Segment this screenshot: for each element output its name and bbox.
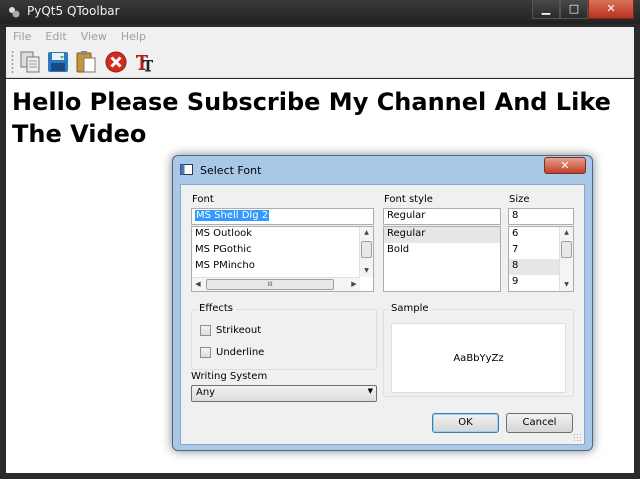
size-list-vscrollbar[interactable]: ▲ ▼ [559, 227, 573, 291]
app-icon [9, 7, 20, 18]
save-icon[interactable] [46, 50, 70, 74]
strikeout-label: Strikeout [216, 325, 262, 336]
close-button[interactable]: ✕ [588, 0, 634, 19]
content-label: Hello Please Subscribe My Channel And Li… [12, 88, 611, 148]
paste-icon[interactable] [74, 50, 98, 74]
title-bar[interactable]: PyQt5 QToolbar ▁ □ ✕ [0, 0, 640, 24]
font-icon[interactable] [132, 50, 156, 74]
scroll-thumb[interactable] [361, 241, 372, 258]
cancel-button[interactable]: Cancel [506, 413, 573, 433]
scroll-up-arrow[interactable]: ▲ [560, 227, 573, 239]
dialog-title: Select Font [200, 164, 262, 177]
size-grip[interactable] [573, 433, 582, 442]
underline-checkbox-box[interactable] [200, 347, 211, 358]
menu-bar: File Edit View Help [6, 27, 634, 46]
copy-icon[interactable] [18, 50, 42, 74]
effects-label: Effects [197, 303, 235, 314]
underline-label: Underline [216, 347, 265, 358]
size-input[interactable]: 8 [508, 208, 574, 225]
sample-preview: AaBbYyZz [391, 323, 566, 393]
sample-label: Sample [389, 303, 431, 314]
scroll-down-arrow[interactable]: ▼ [360, 265, 373, 277]
hscroll-thumb[interactable]: III [206, 279, 334, 290]
size-list-item[interactable]: 8 [509, 259, 559, 275]
strikeout-checkbox-box[interactable] [200, 325, 211, 336]
font-label: Font [192, 194, 214, 205]
menu-view[interactable]: View [74, 27, 114, 46]
style-list-item[interactable]: Bold [384, 243, 500, 259]
dialog-body: Font MS Shell Dlg 2 MS Outlook MS PGothi… [180, 184, 585, 445]
writing-system-label: Writing System [191, 371, 268, 382]
dialog-window-icon [180, 164, 193, 175]
style-input[interactable]: Regular [383, 208, 501, 225]
scroll-left-arrow[interactable]: ◀ [192, 278, 204, 291]
maximize-button[interactable]: □ [560, 0, 588, 19]
font-input-value: MS Shell Dlg 2 [195, 210, 270, 221]
effects-group [191, 309, 377, 370]
style-list[interactable]: Regular Bold [383, 226, 501, 292]
size-label: Size [509, 194, 530, 205]
font-list-vscrollbar[interactable]: ▲ ▼ [359, 227, 373, 277]
cancel-icon[interactable] [104, 50, 128, 74]
chevron-down-icon: ▼ [367, 387, 373, 395]
underline-checkbox[interactable]: Underline [200, 347, 264, 358]
scroll-up-arrow[interactable]: ▲ [360, 227, 373, 239]
dialog-title-bar[interactable]: Select Font ✕ [173, 156, 592, 184]
menu-help[interactable]: Help [114, 27, 153, 46]
minimize-button[interactable]: ▁ [532, 0, 560, 19]
scroll-right-arrow[interactable]: ▶ [348, 278, 360, 291]
toolbar [6, 46, 634, 78]
ok-button[interactable]: OK [432, 413, 499, 433]
sample-text: AaBbYyZz [453, 352, 504, 364]
window-title: PyQt5 QToolbar [27, 4, 120, 18]
writing-system-value: Any [196, 387, 216, 398]
scroll-thumb[interactable] [561, 241, 572, 258]
scroll-down-arrow[interactable]: ▼ [560, 279, 573, 291]
style-list-item[interactable]: Regular [384, 227, 500, 243]
font-dialog: Select Font ✕ Font MS Shell Dlg 2 MS Out… [172, 155, 593, 451]
menu-file[interactable]: File [6, 27, 38, 46]
writing-system-combo[interactable]: Any ▼ [191, 385, 377, 402]
font-list[interactable]: MS Outlook MS PGothic MS PMincho ▲ ▼ ◀ I… [191, 226, 374, 292]
font-list-hscrollbar[interactable]: ◀ III ▶ [192, 277, 360, 291]
strikeout-checkbox[interactable]: Strikeout [200, 325, 261, 336]
size-list[interactable]: 6 7 8 9 ▲ ▼ [508, 226, 574, 292]
toolbar-grip[interactable] [11, 50, 14, 74]
font-input[interactable]: MS Shell Dlg 2 [191, 208, 374, 225]
font-list-item[interactable]: MS Outlook [192, 227, 373, 243]
menu-edit[interactable]: Edit [38, 27, 73, 46]
font-list-item[interactable]: MS PGothic [192, 243, 373, 259]
font-list-item[interactable]: MS PMincho [192, 259, 373, 275]
style-label: Font style [384, 194, 433, 205]
dialog-close-button[interactable]: ✕ [544, 157, 586, 174]
